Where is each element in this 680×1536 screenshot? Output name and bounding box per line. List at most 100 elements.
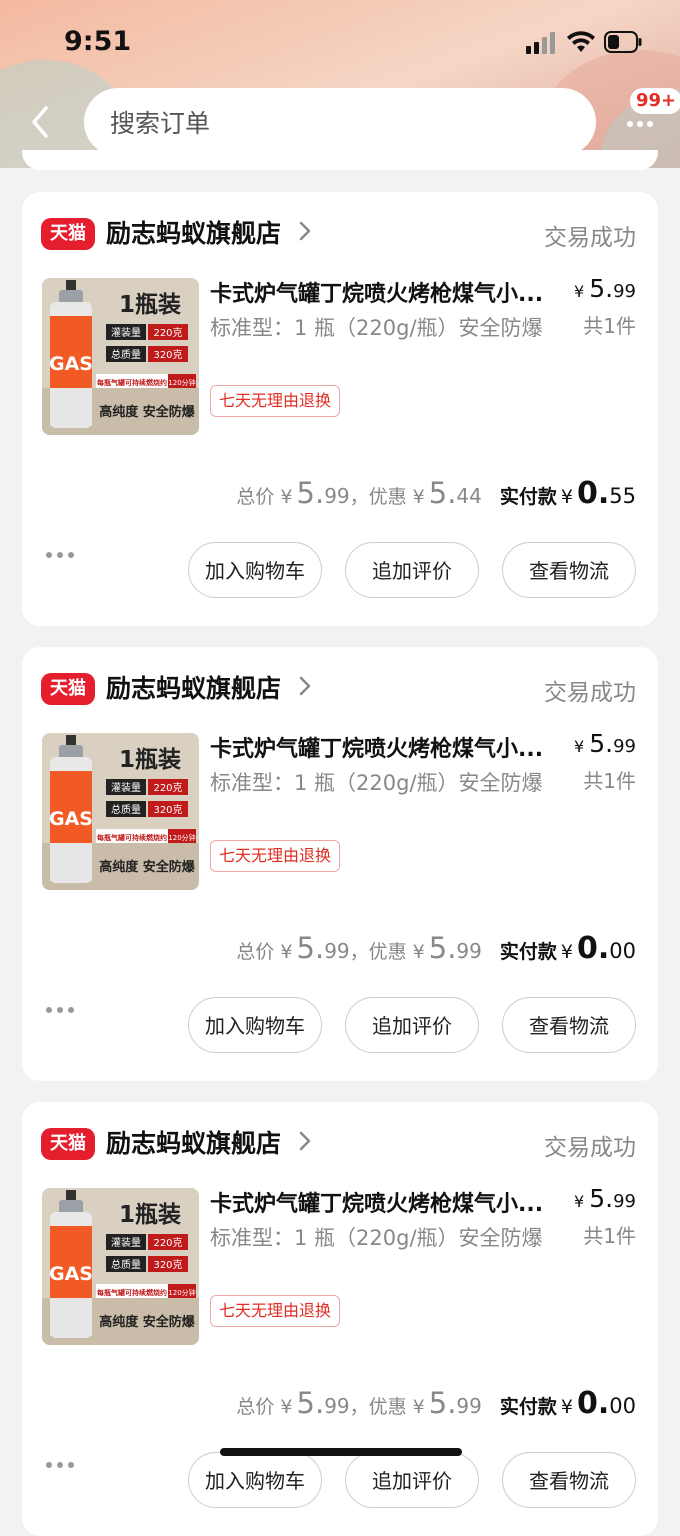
product-image[interactable]: GAS 1瓶装 灌装量 220克 总质量 320克 每瓶气罐可持续燃烧约 120… (42, 733, 199, 890)
more-actions-button[interactable] (46, 1007, 74, 1013)
product-title[interactable]: 卡式炉气罐丁烷喷火烤枪煤气小... (210, 276, 562, 308)
paid-integer: 0. (576, 931, 610, 966)
image-row2-label: 总质量 (111, 803, 141, 816)
product-title[interactable]: 卡式炉气罐丁烷喷火烤枪煤气小... (210, 731, 562, 763)
price-decimal: 99 (613, 1191, 636, 1212)
image-headline: 1瓶装 (119, 292, 181, 318)
can-label: GAS (49, 808, 93, 830)
order-status: 交易成功 (544, 680, 636, 706)
battery-icon (604, 31, 642, 53)
back-button[interactable] (20, 100, 60, 144)
price-integer: 5. (589, 274, 614, 303)
service-tag: 七天无理由退换 (210, 1295, 341, 1327)
view-logistics-button[interactable]: 查看物流 (502, 997, 636, 1053)
tmall-tag: 天猫 (41, 673, 95, 705)
image-row1-value: 220克 (153, 327, 182, 339)
add-review-button[interactable]: 追加评价 (345, 997, 479, 1053)
total-integer: 5. (296, 476, 325, 510)
currency-symbol: ¥ (412, 941, 425, 963)
paid-decimal: 55 (609, 484, 636, 508)
discount-decimal: 44 (456, 484, 482, 508)
image-burn-time: 120分钟 (168, 833, 195, 842)
paid-integer: 0. (576, 1386, 610, 1421)
image-burn-note: 每瓶气罐可持续燃烧约 (97, 1288, 167, 1297)
chevron-right-icon[interactable] (298, 1130, 312, 1152)
discount-label: ，优惠 (349, 941, 407, 963)
unit-price: ¥ 5.99 (574, 729, 636, 758)
product-title[interactable]: 卡式炉气罐丁烷喷火烤枪煤气小... (210, 1186, 562, 1218)
image-footer: 高纯度 安全防爆 (99, 859, 196, 875)
image-row2-value: 320克 (153, 804, 182, 816)
add-to-cart-button[interactable]: 加入购物车 (188, 997, 322, 1053)
discount-label: ，优惠 (349, 1396, 407, 1418)
chevron-right-icon[interactable] (298, 220, 312, 242)
image-row2-label: 总质量 (111, 348, 141, 361)
more-actions-button[interactable] (46, 552, 74, 558)
order-totals: 总价 ¥ 5. 99 ，优惠 ¥ 5. 99 实付款 ¥ 0. 00 (236, 931, 636, 966)
service-tag: 七天无理由退换 (210, 840, 341, 872)
order-totals: 总价 ¥ 5. 99 ，优惠 ¥ 5. 99 实付款 ¥ 0. 00 (236, 1386, 636, 1421)
more-actions-button[interactable] (46, 1462, 74, 1468)
order-status: 交易成功 (544, 1135, 636, 1161)
shop-name[interactable]: 励志蚂蚁旗舰店 (106, 1124, 281, 1160)
price-symbol: ¥ (573, 282, 585, 301)
product-image[interactable]: GAS 1瓶装 灌装量 220克 总质量 320克 每瓶气罐可持续燃烧约 120… (42, 278, 199, 435)
service-tag: 七天无理由退换 (210, 385, 341, 417)
image-burn-time: 120分钟 (168, 1288, 195, 1297)
order-card[interactable]: 天猫 励志蚂蚁旗舰店 交易成功 GAS 1瓶装 灌装量 220克 总质量 320… (22, 192, 658, 626)
image-row1-label: 灌装量 (111, 1236, 141, 1249)
currency-symbol: ¥ (280, 941, 293, 963)
total-label: 总价 (236, 941, 275, 963)
view-logistics-button[interactable]: 查看物流 (502, 542, 636, 598)
discount-integer: 5. (428, 476, 457, 510)
currency-symbol: ¥ (560, 486, 573, 508)
add-review-button[interactable]: 追加评价 (345, 1452, 479, 1508)
image-burn-note: 每瓶气罐可持续燃烧约 (97, 833, 167, 842)
order-card[interactable]: 天猫 励志蚂蚁旗舰店 交易成功 GAS 1瓶装 灌装量 220克 总质量 320… (22, 647, 658, 1081)
image-headline: 1瓶装 (119, 1202, 181, 1228)
order-card[interactable]: 天猫 励志蚂蚁旗舰店 交易成功 GAS 1瓶装 灌装量 220克 总质量 320… (22, 1102, 658, 1536)
unit-price: ¥ 5.99 (574, 1184, 636, 1213)
shop-name[interactable]: 励志蚂蚁旗舰店 (106, 214, 281, 250)
view-logistics-button[interactable]: 查看物流 (502, 1452, 636, 1508)
more-icon (46, 1462, 52, 1468)
total-integer: 5. (296, 931, 325, 965)
message-badge: 99+ (630, 88, 680, 114)
more-icon (46, 552, 52, 558)
total-label: 总价 (236, 486, 275, 508)
image-row1-value: 220克 (153, 1237, 182, 1249)
discount-decimal: 99 (456, 939, 482, 963)
add-to-cart-button[interactable]: 加入购物车 (188, 1452, 322, 1508)
image-row1-value: 220克 (153, 782, 182, 794)
product-image-graphic: GAS 1瓶装 灌装量 220克 总质量 320克 每瓶气罐可持续燃烧约 120… (42, 733, 199, 890)
add-to-cart-button[interactable]: 加入购物车 (188, 542, 322, 598)
quantity: 共1件 (583, 1224, 636, 1248)
price-decimal: 99 (613, 281, 636, 302)
quantity: 共1件 (583, 314, 636, 338)
shop-name[interactable]: 励志蚂蚁旗舰店 (106, 669, 281, 705)
tmall-tag: 天猫 (41, 218, 95, 250)
home-indicator (220, 1448, 462, 1456)
image-row1-label: 灌装量 (111, 326, 141, 339)
price-decimal: 99 (613, 736, 636, 757)
paid-label: 实付款 (499, 486, 557, 508)
status-time: 9:51 (64, 26, 132, 57)
discount-integer: 5. (428, 1386, 457, 1420)
add-review-button[interactable]: 追加评价 (345, 542, 479, 598)
more-icon (627, 121, 633, 127)
image-footer: 高纯度 安全防爆 (99, 1314, 196, 1330)
header: 9:51 搜索订单 99+ (0, 0, 680, 168)
chevron-right-icon[interactable] (298, 675, 312, 697)
image-row2-value: 320克 (153, 1259, 182, 1271)
total-decimal: 99 (324, 484, 350, 508)
image-burn-note: 每瓶气罐可持续燃烧约 (97, 378, 167, 387)
product-image[interactable]: GAS 1瓶装 灌装量 220克 总质量 320克 每瓶气罐可持续燃烧约 120… (42, 1188, 199, 1345)
paid-decimal: 00 (609, 939, 636, 963)
price-integer: 5. (589, 729, 614, 758)
price-symbol: ¥ (573, 737, 585, 756)
product-spec: 标准型：1 瓶（220g/瓶）安全防爆 (210, 1226, 543, 1250)
can-label: GAS (49, 353, 93, 375)
currency-symbol: ¥ (412, 486, 425, 508)
search-input[interactable]: 搜索订单 (84, 88, 596, 156)
previous-order-card-edge (22, 150, 658, 170)
